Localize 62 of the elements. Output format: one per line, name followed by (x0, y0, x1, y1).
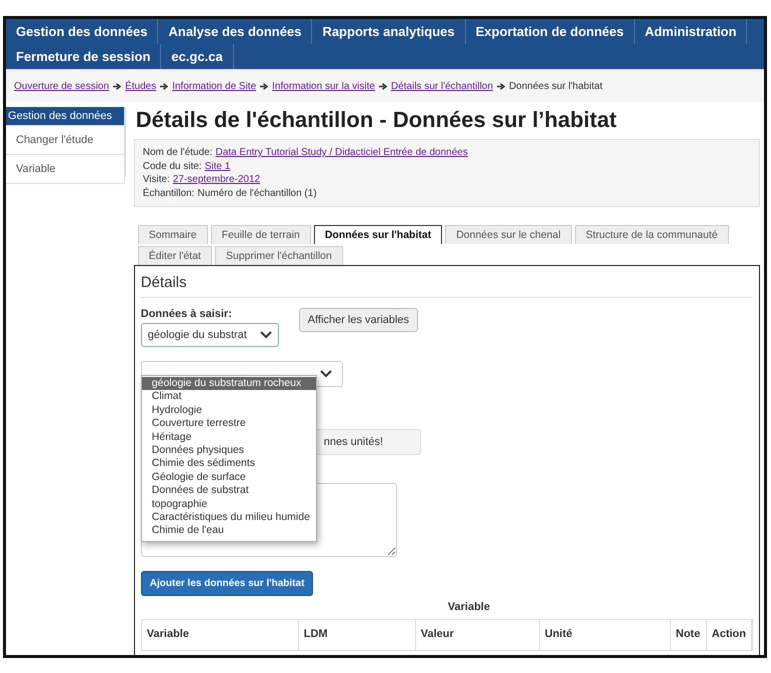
dropdown-option[interactable]: Chimie des sédiments (142, 457, 316, 471)
nav-link[interactable]: Exportation de données (466, 19, 635, 44)
info-value: Numéro de l'échantillon (1) (197, 186, 317, 200)
chevron-icon (320, 370, 332, 378)
tab[interactable]: Éditer l'état (138, 246, 212, 265)
info-label: Échantillon: (142, 186, 194, 200)
tab[interactable]: Données sur l'habitat (314, 225, 442, 244)
add-habitat-button[interactable]: Ajouter les données sur l'habitat (140, 571, 314, 596)
nav-link[interactable]: Analyse des données (158, 19, 312, 44)
info-link[interactable]: 27-septembre-2012 (172, 173, 260, 186)
sidebar-item[interactable]: Variable (6, 155, 125, 184)
column-header: Unité (540, 620, 671, 650)
info-label: Nom de l'étude: (142, 146, 212, 160)
column-header: Valeur (416, 620, 540, 650)
chevron-icon (260, 331, 272, 339)
breadcrumb-link[interactable]: Études (125, 80, 156, 92)
nav-link[interactable]: Rapports analytiques (312, 19, 466, 44)
nav-link[interactable]: Gestion des données (6, 19, 158, 44)
sidebar-item[interactable]: Changer l'étude (6, 126, 125, 155)
arrow-icon (260, 82, 268, 90)
tab[interactable]: Structure de la communauté (574, 225, 729, 244)
dropdown-option[interactable]: Chimie de l'eau (142, 524, 316, 538)
tab[interactable]: Sommaire (138, 225, 208, 244)
page-title: Détails de l'échantillon - Données sur l’habitat (136, 107, 618, 133)
arrow-icon (160, 82, 168, 90)
tab[interactable]: Feuille de terrain (210, 225, 311, 244)
breadcrumb-link[interactable]: Information sur la visite (272, 80, 375, 92)
arrow-icon (113, 82, 122, 90)
nav-link[interactable]: Administration (634, 19, 748, 44)
notice-text: nnes unités! (324, 436, 384, 448)
dropdown-option[interactable]: Données physiques (142, 444, 316, 458)
show-variables-button[interactable]: Afficher les variables (298, 308, 418, 332)
dropdown-option[interactable]: Hydrologie (142, 404, 316, 418)
panel-title: Détails (140, 266, 753, 298)
arrow-icon (496, 82, 505, 90)
dropdown-option[interactable]: Couverture terrestre (142, 417, 316, 431)
breadcrumb-link[interactable]: Détails sur l'échantillon (390, 80, 493, 92)
breadcrumb-current: Données sur l'habitat (508, 80, 603, 92)
dropdown-option[interactable]: géologie du substratum rocheux (142, 377, 316, 390)
column-header: Action (706, 620, 752, 650)
dropdown-option[interactable]: topographie (142, 498, 316, 512)
dropdown-option[interactable]: Données de substrat (142, 484, 316, 498)
info-link[interactable]: Data Entry Tutorial Study / Didacticiel Entrée de données (216, 146, 468, 160)
breadcrumb-link[interactable]: Information de Site (172, 80, 256, 92)
column-header: Note (670, 620, 707, 650)
arrow-icon (378, 82, 387, 90)
dropdown-option[interactable]: Caractéristiques du milieu humide (142, 511, 316, 524)
field-label: Données à saisir: (140, 308, 233, 320)
sidebar-item[interactable]: Gestion des données (6, 107, 125, 126)
info-label: Visite: (142, 173, 170, 186)
tab[interactable]: Données sur le chenal (445, 225, 572, 244)
dropdown-option[interactable]: Climat (142, 390, 316, 404)
dropdown-option[interactable]: Géologie de surface (142, 470, 316, 484)
tab[interactable]: Supprimer l'échantillon (214, 246, 343, 265)
info-link[interactable]: Site 1 (204, 160, 230, 173)
column-header: LDM (298, 620, 416, 650)
column-header: Variable (142, 620, 299, 650)
table-caption: Variable (446, 601, 491, 613)
info-label: Code du site: (142, 160, 202, 173)
data-select[interactable]: géologie du substrat (140, 323, 279, 347)
breadcrumb-link[interactable]: Ouverture de session (14, 80, 110, 92)
dropdown-option[interactable]: Héritage (142, 430, 316, 444)
